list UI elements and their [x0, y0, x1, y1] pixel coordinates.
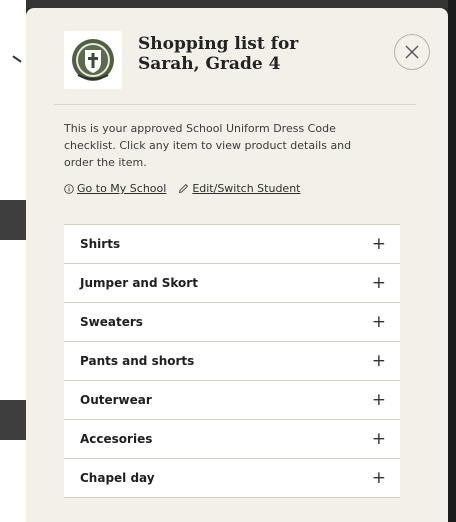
- modal-header: Shopping list for Sarah, Grade 4: [64, 31, 390, 101]
- info-icon: [64, 183, 74, 194]
- go-to-my-school-link[interactable]: Go to My School: [64, 182, 166, 195]
- background-mark: [12, 55, 22, 63]
- plus-icon: +: [371, 311, 386, 332]
- plus-icon: +: [371, 233, 386, 254]
- category-label: Outerwear: [80, 393, 152, 407]
- background-page-left: [0, 0, 26, 522]
- action-links: Go to My School Edit/Switch Student: [64, 182, 301, 195]
- category-row-shirts[interactable]: Shirts +: [64, 225, 400, 264]
- category-list: Shirts + Jumper and Skort + Sweaters + P…: [64, 224, 400, 498]
- category-row-pants-and-shorts[interactable]: Pants and shorts +: [64, 342, 400, 381]
- category-row-jumper-and-skort[interactable]: Jumper and Skort +: [64, 264, 400, 303]
- category-label: Accesories: [80, 432, 153, 446]
- school-crest-logo: [64, 31, 122, 89]
- category-label: Pants and shorts: [80, 354, 195, 368]
- category-label: Jumper and Skort: [80, 276, 198, 290]
- category-row-sweaters[interactable]: Sweaters +: [64, 303, 400, 342]
- intro-text: This is your approved School Uniform Dre…: [64, 122, 352, 169]
- category-row-outerwear[interactable]: Outerwear +: [64, 381, 400, 420]
- category-row-accesories[interactable]: Accesories +: [64, 420, 400, 459]
- modal-title-line1: Shopping list for: [138, 34, 299, 54]
- plus-icon: +: [371, 272, 386, 293]
- plus-icon: +: [371, 389, 386, 410]
- edit-switch-student-label: Edit/Switch Student: [192, 182, 301, 195]
- category-label: Sweaters: [80, 315, 143, 329]
- plus-icon: +: [371, 350, 386, 371]
- go-to-my-school-label: Go to My School: [77, 182, 167, 195]
- background-strip: [0, 400, 26, 440]
- edit-switch-student-link[interactable]: Edit/Switch Student: [178, 182, 301, 195]
- background-page-top: [26, 0, 448, 8]
- header-divider: [54, 104, 416, 105]
- close-icon: [405, 45, 419, 59]
- plus-icon: +: [371, 428, 386, 449]
- background-page-right: [448, 0, 456, 522]
- modal-title-line2: Sarah, Grade 4: [138, 54, 281, 74]
- category-label: Shirts: [80, 237, 121, 251]
- background-strip: [0, 200, 26, 240]
- close-button[interactable]: [394, 34, 430, 70]
- shopping-list-modal: Shopping list for Sarah, Grade 4 This is…: [26, 8, 448, 522]
- pencil-icon: [179, 183, 189, 194]
- category-row-chapel-day[interactable]: Chapel day +: [64, 459, 400, 498]
- category-label: Chapel day: [80, 471, 155, 485]
- plus-icon: +: [371, 467, 386, 488]
- modal-title: Shopping list for Sarah, Grade 4: [138, 34, 298, 74]
